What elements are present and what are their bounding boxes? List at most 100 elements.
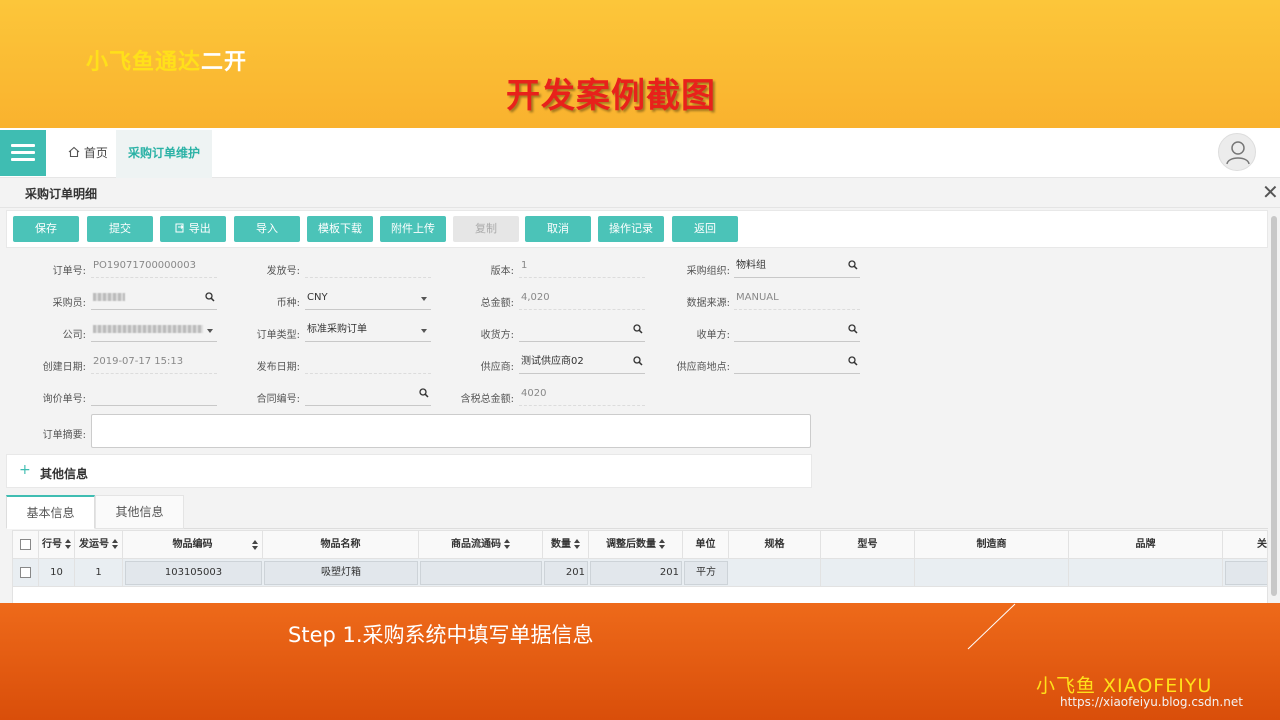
summary-label: 订单摘要:	[42, 430, 86, 441]
col-quantity-label: 数量	[551, 539, 571, 550]
cell-brand[interactable]	[1069, 559, 1223, 587]
purchase-org-field[interactable]: 物料组	[734, 258, 860, 278]
search-icon[interactable]	[848, 356, 858, 366]
sort-icon[interactable]	[252, 540, 258, 550]
toolbar: 保存 提交 导出 导入 模板下载 附件上传 复制 取消 操作记录 返回	[6, 210, 1268, 248]
tab-other-info[interactable]: 其他信息	[95, 495, 184, 529]
col-line-no[interactable]: 行号	[39, 531, 75, 559]
col-spec[interactable]: 规格	[729, 531, 821, 559]
menu-icon[interactable]	[0, 130, 46, 176]
col-shipment-no-label: 发运号	[79, 539, 109, 550]
cell-spec[interactable]	[729, 559, 821, 587]
row-checkbox[interactable]	[13, 559, 39, 587]
nav-tab-purchase-order[interactable]: 采购订单维护	[116, 130, 213, 178]
avatar[interactable]	[1218, 133, 1256, 171]
cell-related[interactable]	[1225, 561, 1267, 585]
bill-to-label: 收单方:	[696, 330, 730, 341]
col-model[interactable]: 型号	[821, 531, 915, 559]
cell-item-code[interactable]: 103105003	[125, 561, 262, 585]
submit-button[interactable]: 提交	[87, 216, 153, 242]
release-no-field[interactable]	[305, 258, 431, 278]
cell-barcode[interactable]	[420, 561, 542, 585]
col-item-name[interactable]: 物品名称	[263, 531, 419, 559]
sort-icon[interactable]	[65, 539, 71, 549]
cell-manufacturer[interactable]	[915, 559, 1069, 587]
currency-select[interactable]: CNY	[305, 290, 431, 310]
search-icon[interactable]	[633, 324, 643, 334]
sort-icon[interactable]	[112, 539, 118, 549]
col-adjusted-qty[interactable]: 调整后数量	[589, 531, 683, 559]
receiver-field[interactable]	[519, 322, 645, 342]
col-item-code-label: 物品编码	[172, 539, 213, 550]
col-related[interactable]: 关	[1223, 531, 1267, 559]
buyer-field[interactable]	[91, 290, 217, 310]
search-icon[interactable]	[848, 260, 858, 270]
col-unit[interactable]: 单位	[683, 531, 729, 559]
col-barcode[interactable]: 商品流通码	[419, 531, 543, 559]
created-date-field[interactable]: 2019-07-17 15:13	[91, 354, 217, 374]
search-icon[interactable]	[633, 356, 643, 366]
copy-button[interactable]: 复制	[453, 216, 519, 242]
publish-date-field[interactable]	[305, 354, 431, 374]
col-brand[interactable]: 品牌	[1069, 531, 1223, 559]
chevron-down-icon	[421, 297, 427, 301]
total-amount-field[interactable]: 4,020	[519, 290, 645, 310]
sort-icon[interactable]	[659, 539, 665, 549]
contract-no-field[interactable]	[305, 386, 431, 406]
search-icon[interactable]	[848, 324, 858, 334]
supplier-field[interactable]: 测试供应商02	[519, 354, 645, 374]
brand-bottom: 小飞鱼 XIAOFEIYU	[1036, 675, 1213, 697]
col-item-code[interactable]: 物品编码	[123, 531, 263, 559]
supplier-value: 测试供应商02	[521, 356, 584, 367]
template-download-button[interactable]: 模板下载	[307, 216, 373, 242]
data-source-field[interactable]: MANUAL	[734, 290, 860, 310]
version-field[interactable]: 1	[519, 258, 645, 278]
operation-log-button[interactable]: 操作记录	[598, 216, 664, 242]
other-info-panel[interactable]: + 其他信息	[6, 454, 812, 488]
page-title: 采购订单明细	[25, 187, 98, 201]
cell-unit[interactable]: 平方	[684, 561, 728, 585]
search-icon[interactable]	[419, 388, 429, 398]
supplier-site-field[interactable]	[734, 354, 860, 374]
inquiry-no-field[interactable]	[91, 386, 217, 406]
cell-item-name[interactable]: 吸塑灯箱	[264, 561, 418, 585]
col-quantity[interactable]: 数量	[543, 531, 589, 559]
col-manufacturer[interactable]: 制造商	[915, 531, 1069, 559]
company-select[interactable]	[91, 322, 217, 342]
brand-top-white: 二开	[201, 50, 248, 75]
order-no-label: 订单号:	[52, 266, 86, 277]
purchase-org-label: 采购组织:	[686, 266, 730, 277]
user-icon	[1226, 141, 1250, 165]
select-all-checkbox[interactable]	[13, 531, 39, 559]
step-caption: Step 1.采购系统中填写单据信息	[288, 623, 594, 647]
back-button[interactable]: 返回	[672, 216, 738, 242]
tax-total-field[interactable]: 4020	[519, 386, 645, 406]
sort-icon[interactable]	[504, 539, 510, 549]
order-no-field[interactable]: PO19071700000003	[91, 258, 217, 278]
cell-model[interactable]	[821, 559, 915, 587]
total-amount-label: 总金额:	[480, 298, 514, 309]
nav-home[interactable]: 首页	[68, 144, 108, 161]
scrollbar[interactable]	[1271, 216, 1277, 596]
import-button[interactable]: 导入	[234, 216, 300, 242]
company-label: 公司:	[62, 330, 86, 341]
sort-icon[interactable]	[574, 539, 580, 549]
plus-icon[interactable]: +	[19, 462, 31, 478]
chevron-down-icon	[207, 329, 213, 333]
summary-textarea[interactable]	[91, 414, 811, 448]
search-icon[interactable]	[205, 292, 215, 302]
close-icon[interactable]: ✕	[1262, 180, 1279, 204]
table-row[interactable]: 10 1 103105003 吸塑灯箱 201 201 平方	[13, 559, 1267, 587]
tab-basic-info[interactable]: 基本信息	[6, 495, 95, 529]
col-shipment-no[interactable]: 发运号	[75, 531, 123, 559]
cell-adjusted-qty[interactable]: 201	[590, 561, 682, 585]
order-type-select[interactable]: 标准采购订单	[305, 322, 431, 342]
cell-quantity[interactable]: 201	[544, 561, 588, 585]
cancel-button[interactable]: 取消	[525, 216, 591, 242]
attachment-upload-button[interactable]: 附件上传	[380, 216, 446, 242]
supplier-site-label: 供应商地点:	[676, 362, 730, 373]
save-button[interactable]: 保存	[13, 216, 79, 242]
currency-value: CNY	[307, 292, 328, 303]
bill-to-field[interactable]	[734, 322, 860, 342]
export-button[interactable]: 导出	[160, 216, 226, 242]
